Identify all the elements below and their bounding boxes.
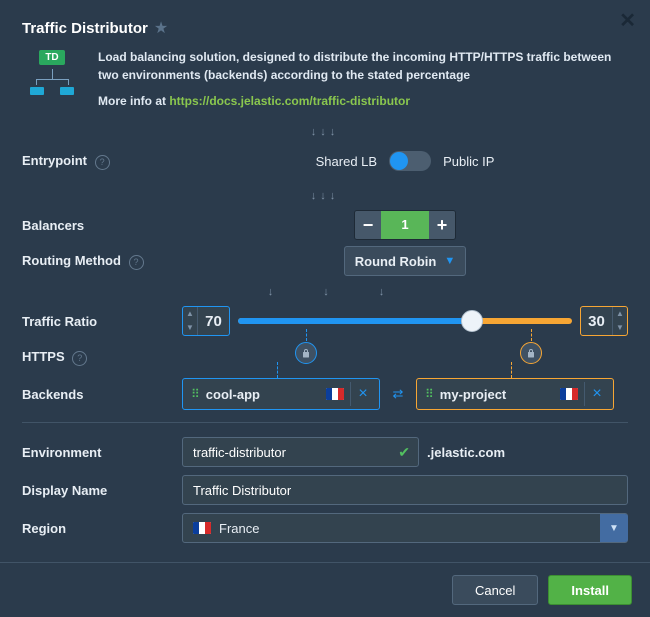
help-icon[interactable]: ? xyxy=(129,255,144,270)
description-line: Load balancing solution, designed to dis… xyxy=(98,50,611,82)
ratio-slider[interactable] xyxy=(238,318,572,324)
description-row: TD Load balancing solution, designed to … xyxy=(0,48,650,118)
ratio-label: Traffic Ratio xyxy=(22,314,182,329)
entrypoint-toggle-group: Shared LB Public IP xyxy=(316,151,495,171)
https-label: HTTPS ? xyxy=(22,349,182,366)
help-icon[interactable]: ? xyxy=(72,351,87,366)
display-name-row: Display Name xyxy=(22,475,628,505)
entrypoint-row: Entrypoint ? Shared LB Public IP xyxy=(22,146,628,176)
balancers-row: Balancers − 1 + xyxy=(22,210,628,240)
td-diagram-icon: TD xyxy=(22,48,82,110)
environment-suffix: .jelastic.com xyxy=(427,445,505,460)
region-select[interactable]: France ▼ xyxy=(182,513,628,543)
balancers-value: 1 xyxy=(381,211,429,239)
more-info: More info at https://docs.jelastic.com/t… xyxy=(98,92,628,110)
backend-left-name: cool-app xyxy=(206,387,320,402)
flow-arrows-top: ↓↓↓ xyxy=(22,118,628,140)
routing-method-value: Round Robin xyxy=(355,254,437,269)
dialog-footer: Cancel Install xyxy=(0,562,650,617)
env-icon: ⠿ xyxy=(421,387,434,401)
more-info-prefix: More info at xyxy=(98,94,169,108)
https-lock-right[interactable] xyxy=(520,342,542,364)
entrypoint-toggle[interactable] xyxy=(389,151,431,171)
traffic-distributor-dialog: ✕ Traffic Distributor ★ TD Load balancin… xyxy=(0,0,650,617)
backends-label: Backends xyxy=(22,387,182,402)
balancers-plus-button[interactable]: + xyxy=(429,211,455,239)
cancel-button[interactable]: Cancel xyxy=(452,575,538,605)
ratio-left-value: 70 xyxy=(198,313,229,330)
environment-row: Environment ✔ .jelastic.com xyxy=(22,437,628,467)
favorite-star-icon[interactable]: ★ xyxy=(154,18,168,38)
backends-row: Backends ⠿ cool-app × ⇄ ⠿ my-project × xyxy=(22,378,628,410)
public-ip-label: Public IP xyxy=(443,154,494,169)
swap-backends-icon[interactable]: ⇄ xyxy=(386,386,410,402)
backend-right-name: my-project xyxy=(440,387,554,402)
region-row: Region France ▼ xyxy=(22,513,628,543)
ratio-right-value: 30 xyxy=(581,313,612,330)
env-icon: ⠿ xyxy=(187,387,200,401)
routing-method-select[interactable]: Round Robin ▼ xyxy=(344,246,466,276)
description-text: Load balancing solution, designed to dis… xyxy=(98,48,628,110)
region-label: Region xyxy=(22,521,182,536)
flow-arrows-split: ↓↓↓ xyxy=(74,282,628,300)
ratio-right-box[interactable]: 30 ▲▼ xyxy=(580,306,628,336)
chevron-down-icon[interactable]: ▼ xyxy=(613,321,627,335)
dialog-title: Traffic Distributor xyxy=(22,20,148,37)
chevron-up-icon[interactable]: ▲ xyxy=(613,307,627,321)
balancers-label: Balancers xyxy=(22,218,182,233)
shared-lb-label: Shared LB xyxy=(316,154,377,169)
dialog-header: Traffic Distributor ★ xyxy=(0,0,650,48)
routing-row: Routing Method ? Round Robin ▼ xyxy=(22,246,628,276)
environment-label: Environment xyxy=(22,445,182,460)
balancers-minus-button[interactable]: − xyxy=(355,211,381,239)
td-badge: TD xyxy=(39,50,64,65)
display-name-input[interactable] xyxy=(183,483,627,498)
https-row: HTTPS ? xyxy=(22,342,628,372)
checkmark-icon: ✔ xyxy=(390,444,418,461)
environment-input[interactable] xyxy=(183,445,390,460)
backend-right-chip[interactable]: ⠿ my-project × xyxy=(416,378,614,410)
https-lock-left[interactable] xyxy=(295,342,317,364)
flag-france-icon xyxy=(193,522,211,534)
routing-label: Routing Method ? xyxy=(22,253,182,270)
environment-input-wrap: ✔ xyxy=(182,437,419,467)
chevron-down-icon: ▼ xyxy=(600,514,628,542)
more-info-link[interactable]: https://docs.jelastic.com/traffic-distri… xyxy=(169,94,410,108)
flag-france-icon xyxy=(560,388,578,400)
flag-france-icon xyxy=(326,388,344,400)
divider xyxy=(22,422,628,423)
ratio-row: Traffic Ratio ▲▼ 70 30 ▲▼ xyxy=(22,306,628,336)
region-value: France xyxy=(219,521,592,536)
slider-handle[interactable] xyxy=(461,310,483,332)
display-name-input-wrap xyxy=(182,475,628,505)
ratio-left-box[interactable]: ▲▼ 70 xyxy=(182,306,230,336)
install-button[interactable]: Install xyxy=(548,575,632,605)
remove-backend-left-icon[interactable]: × xyxy=(350,382,375,406)
close-icon[interactable]: ✕ xyxy=(619,8,636,33)
chevron-up-icon[interactable]: ▲ xyxy=(183,307,197,321)
help-icon[interactable]: ? xyxy=(95,155,110,170)
backend-left-chip[interactable]: ⠿ cool-app × xyxy=(182,378,380,410)
balancers-stepper: − 1 + xyxy=(354,210,456,240)
entrypoint-label: Entrypoint ? xyxy=(22,153,182,170)
display-name-label: Display Name xyxy=(22,483,182,498)
chevron-down-icon[interactable]: ▼ xyxy=(183,321,197,335)
chevron-down-icon: ▼ xyxy=(444,255,455,267)
flow-arrows-mid: ↓↓↓ xyxy=(22,182,628,204)
remove-backend-right-icon[interactable]: × xyxy=(584,382,609,406)
